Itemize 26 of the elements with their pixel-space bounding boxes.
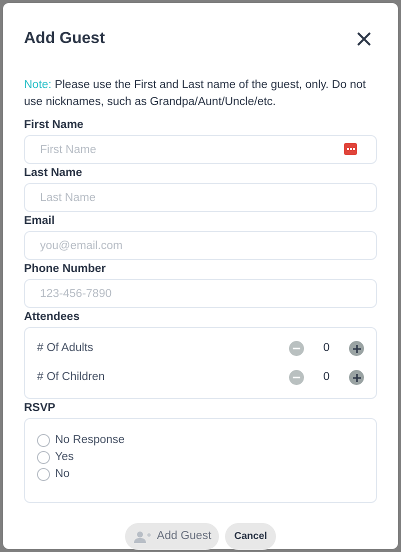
cancel-button[interactable]: Cancel: [225, 523, 276, 550]
password-manager-icon[interactable]: [344, 143, 357, 155]
field-label: First Name: [24, 118, 84, 133]
add-user-icon: [132, 530, 151, 542]
plus-icon: [352, 344, 362, 354]
text-field[interactable]: 123-456-7890: [24, 279, 377, 308]
radio-option[interactable]: No: [37, 466, 364, 483]
field-label: Email: [24, 214, 56, 229]
note-text: Note: Please use the First and Last name of the guest, only. Do not use nicknames, such as Grandpa/Aunt/Uncle/etc.: [24, 78, 367, 110]
text-field[interactable]: First Name: [24, 135, 377, 164]
section-label: Attendees: [24, 310, 81, 325]
dialog-title: Add Guest: [24, 29, 105, 49]
plus-button[interactable]: [349, 341, 364, 356]
section-label: RSVP: [24, 401, 56, 416]
text-field[interactable]: Last Name: [24, 183, 377, 212]
counter-label: # Of Children: [37, 370, 106, 385]
plus-icon: [352, 372, 362, 382]
text-field[interactable]: you@email.com: [24, 231, 377, 260]
counter-value: 0: [322, 370, 331, 385]
plus-button[interactable]: [349, 370, 364, 385]
counter-value: 0: [322, 340, 331, 356]
field-label: Last Name: [24, 166, 84, 181]
counter-label: # Of Adults: [37, 340, 94, 356]
radio-option[interactable]: Yes: [37, 449, 364, 466]
field-label: Phone Number: [24, 262, 107, 277]
radio-option[interactable]: No Response: [37, 432, 364, 449]
